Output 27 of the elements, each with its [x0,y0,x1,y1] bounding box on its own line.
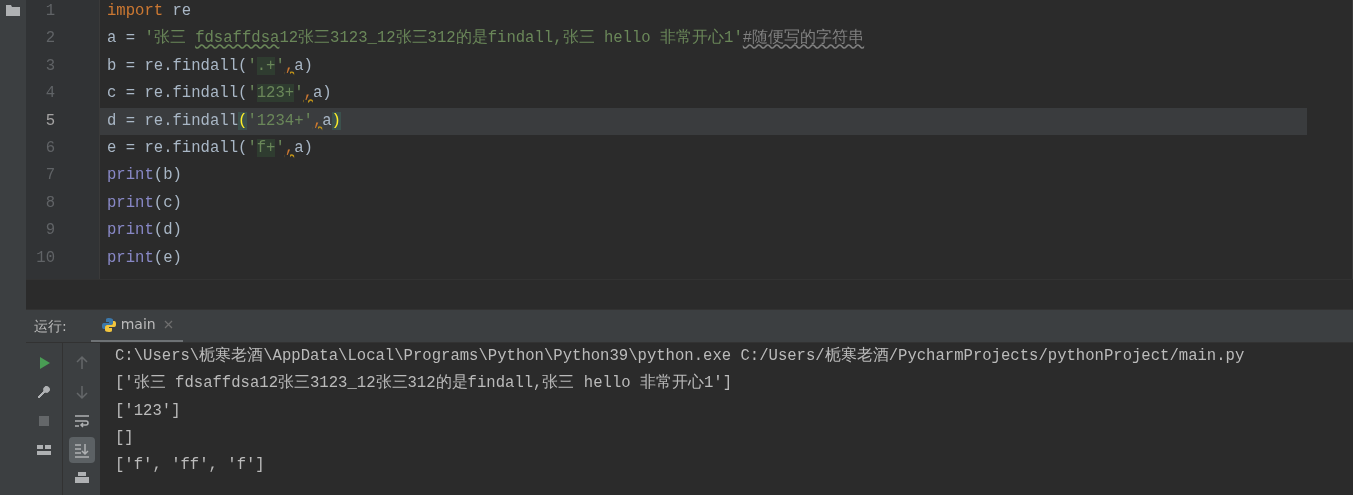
scroll-to-end-button[interactable] [68,437,95,463]
console-line: ['张三 fdsaffdsa12张三3123_12张三312的是findall,张三 hello 非常开心1'] [114,372,734,395]
console-line: ['123'] [114,400,182,422]
logo-icon [100,316,117,333]
down-arrow-icon [73,384,90,400]
layout-icon [36,442,52,458]
run-tab[interactable]: main [90,309,183,343]
code-line: c = re.findall('123+',a) [107,84,332,103]
soft-wrap-icon [73,413,90,429]
code-line: d = re.findall('1234+',a) [107,111,341,130]
panel-label: 运行: [34,316,67,336]
console-line: [] [114,427,135,449]
stop-icon [36,413,52,429]
code-line: e = re.findall('f+',a) [107,138,313,157]
scroll-to-end-icon [73,442,90,458]
code-line: print(b) [107,166,182,185]
code-line: a = '张三 fdsaffdsa12张三3123_12张三312的是findall,张三 hello 非常开心1'#随便写的字符串 [107,29,865,48]
code-line: b = re.findall('.+',a) [107,56,313,75]
line-number: 5 [45,111,55,130]
folder-icon[interactable] [6,4,20,16]
console-line: C:\Users\栀寒老酒\AppData\Local\Programs\Python\Python39\python.exe C:/Users/栀寒老酒/PycharmProjects/pythonProject/main.py [114,345,1246,367]
code-line: import re [107,2,192,20]
code-line: print(d) [107,221,182,240]
code-line: print(e) [107,248,182,267]
close-icon[interactable] [163,320,173,329]
code-line: print(c) [107,193,182,212]
console-line: ['f', 'ff', 'f'] [114,455,266,477]
